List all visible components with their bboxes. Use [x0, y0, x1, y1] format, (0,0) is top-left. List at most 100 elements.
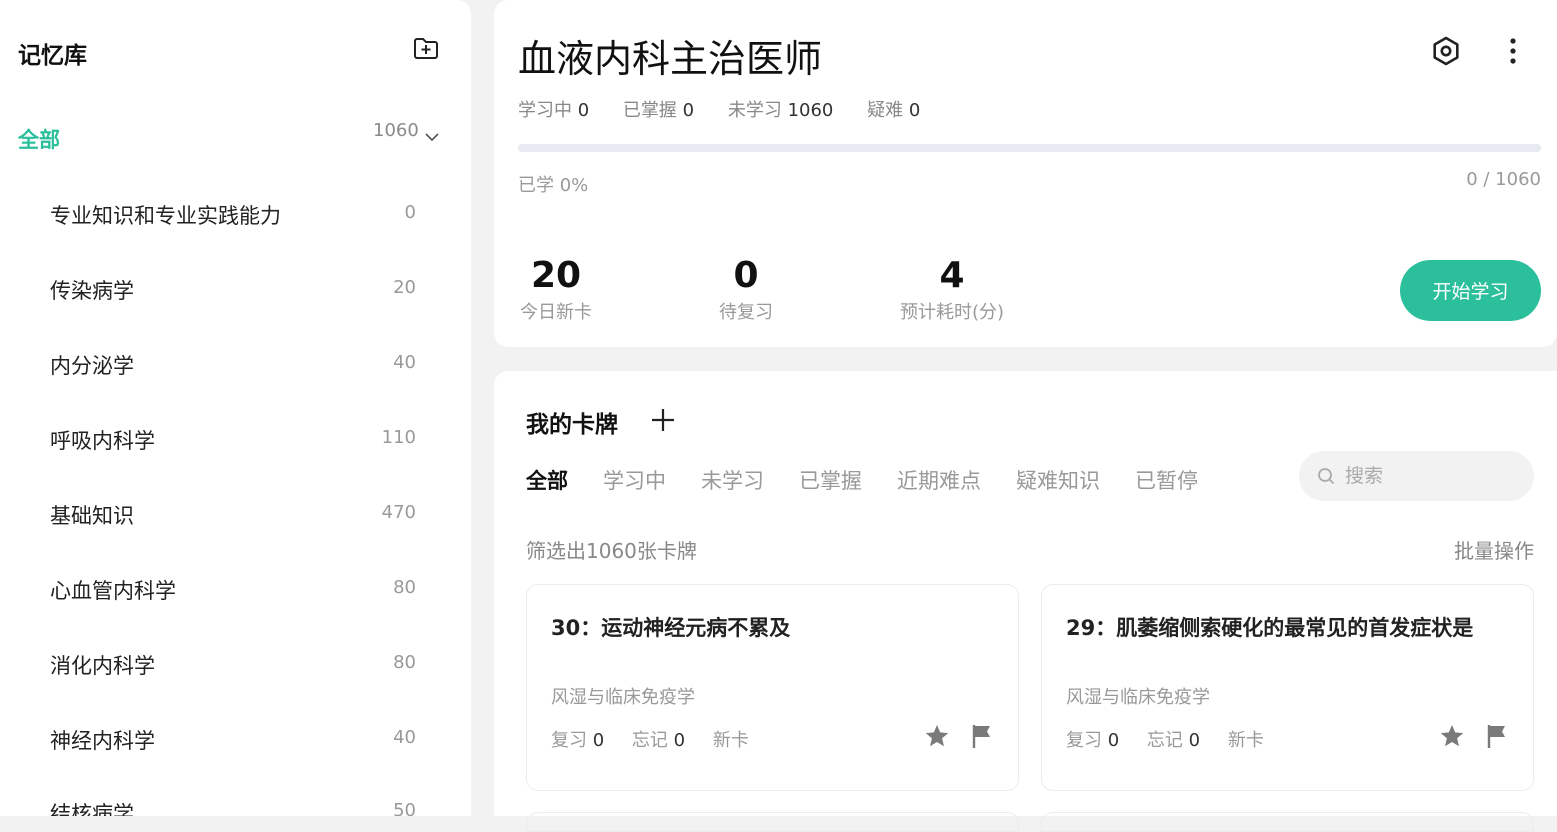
batch-operation-button[interactable]: 批量操作: [1454, 535, 1534, 564]
tab-learning[interactable]: 学习中: [603, 465, 666, 495]
card-forget-label: 忘记: [631, 730, 668, 751]
stat-unlearned-value: 1060: [787, 100, 834, 121]
card-forget-value: 0: [673, 730, 686, 751]
card-status: 新卡: [712, 730, 749, 751]
card-review-label: 复习: [551, 730, 587, 751]
sidebar-item-label: 传染病学: [50, 279, 134, 303]
tab-paused[interactable]: 已暂停: [1135, 465, 1198, 495]
sidebar-title: 记忆库: [18, 43, 87, 69]
metric-new-cards-value: 20: [530, 255, 582, 296]
sidebar-item-infectious[interactable]: 传染病学 20: [50, 267, 416, 307]
learned-count: 0 / 1060: [1466, 169, 1541, 190]
sidebar-item-tuberculosis[interactable]: 结核病学 50: [50, 790, 416, 816]
card-item[interactable]: 30：运动神经元病不累及 风湿与临床免疫学 复习 0 忘记 0 新卡: [526, 584, 1019, 791]
sidebar-all-label: 全部: [18, 128, 60, 152]
search-box: [1299, 451, 1534, 501]
sidebar-item-professional[interactable]: 专业知识和专业实践能力 0: [50, 192, 416, 232]
card-review-count: 复习 0: [1066, 730, 1119, 751]
sidebar-item-count: 50: [393, 800, 416, 816]
stat-difficult: 疑难 0: [867, 100, 920, 121]
more-icon[interactable]: [1497, 35, 1529, 67]
sidebar-item-label: 呼吸内科学: [50, 429, 155, 453]
card-category: 风湿与临床免疫学: [551, 687, 695, 708]
sidebar-item-cardiovascular[interactable]: 心血管内科学 80: [50, 567, 416, 607]
stat-mastered-label: 已掌握: [622, 100, 677, 121]
sidebar-all-count: 1060: [373, 120, 419, 141]
card-review-label: 复习: [1066, 730, 1102, 751]
card-forget-count: 忘记 0: [1147, 730, 1200, 751]
sidebar-item-basics[interactable]: 基础知识 470: [50, 492, 416, 532]
stat-difficult-label: 疑难: [867, 100, 904, 121]
sidebar-item-count: 470: [381, 502, 416, 523]
star-icon[interactable]: [1439, 723, 1465, 749]
add-card-icon[interactable]: [650, 407, 676, 433]
card-item[interactable]: 29：肌萎缩侧索硬化的最常见的首发症状是 风湿与临床免疫学 复习 0 忘记 0 …: [1041, 584, 1534, 791]
progress-bar: [518, 144, 1541, 152]
star-icon[interactable]: [924, 723, 950, 749]
sidebar-item-count: 0: [404, 202, 416, 223]
card-forget-label: 忘记: [1146, 730, 1183, 751]
card-forget-count: 忘记 0: [632, 730, 685, 751]
flag-icon[interactable]: [1485, 723, 1509, 749]
stat-unlearned-label: 未学习: [727, 100, 782, 121]
card-status: 新卡: [1227, 730, 1264, 751]
card-category: 风湿与临床免疫学: [1066, 687, 1210, 708]
sidebar-item-digestive[interactable]: 消化内科学 80: [50, 642, 416, 682]
card-item-partial[interactable]: [526, 812, 1019, 832]
sidebar-item-count: 40: [393, 727, 416, 748]
search-icon: [1318, 468, 1335, 485]
tab-recent-difficult[interactable]: 近期难点: [897, 465, 981, 495]
sidebar-item-count: 110: [381, 427, 416, 448]
sidebar: 记忆库 全部 1060 专业知识和专业实践能力 0 传染病学 20 内分泌学 4…: [0, 0, 471, 816]
card-title: 30：运动神经元病不累及: [551, 616, 791, 640]
metric-est-time-label: 预计耗时(分): [899, 302, 1005, 323]
deck-header-card: 血液内科主治医师 学习中 0 已掌握 0 未学习 1060 疑难 0 已学 0%…: [494, 0, 1557, 347]
card-item-partial[interactable]: [1041, 812, 1534, 832]
stat-mastered: 已掌握 0: [623, 100, 694, 121]
sidebar-item-all[interactable]: 全部 1060: [18, 120, 448, 154]
metric-to-review: 0 待复习: [714, 256, 778, 324]
tab-mastered[interactable]: 已掌握: [799, 465, 862, 495]
metric-to-review-value: 0: [733, 255, 759, 296]
sidebar-header: 记忆库: [18, 34, 441, 69]
card-forget-value: 0: [1188, 730, 1201, 751]
stat-learning-label: 学习中: [518, 100, 572, 121]
chevron-down-icon[interactable]: [424, 129, 440, 145]
tab-difficult-knowledge[interactable]: 疑难知识: [1016, 465, 1100, 495]
sidebar-item-count: 80: [393, 577, 416, 598]
sidebar-item-count: 80: [393, 652, 416, 673]
stat-difficult-value: 0: [908, 100, 921, 121]
stat-mastered-value: 0: [682, 100, 695, 121]
search-input[interactable]: [1345, 461, 1515, 491]
tab-unlearned[interactable]: 未学习: [701, 465, 764, 495]
sidebar-item-label: 心血管内科学: [50, 579, 176, 603]
sidebar-item-endocrine[interactable]: 内分泌学 40: [50, 342, 416, 382]
sidebar-item-label: 内分泌学: [50, 354, 134, 378]
metric-est-time-value: 4: [939, 255, 965, 296]
card-filter-tabs: 全部 学习中 未学习 已掌握 近期难点 疑难知识 已暂停: [526, 465, 1233, 497]
learned-percent: 已学 0%: [518, 175, 589, 196]
metric-new-cards-label: 今日新卡: [520, 302, 592, 323]
sidebar-item-respiratory[interactable]: 呼吸内科学 110: [50, 417, 416, 457]
add-folder-icon[interactable]: [412, 34, 440, 62]
sidebar-item-label: 基础知识: [50, 504, 134, 528]
sidebar-item-count: 40: [393, 352, 416, 373]
start-learning-button[interactable]: 开始学习: [1400, 260, 1541, 321]
stat-learning: 学习中 0: [518, 100, 589, 121]
metric-new-cards: 20 今日新卡: [518, 256, 594, 324]
my-cards-title: 我的卡牌: [526, 412, 618, 438]
sidebar-item-label: 结核病学: [50, 802, 134, 816]
card-stats: 复习 0 忘记 0 新卡: [551, 726, 771, 752]
settings-icon[interactable]: [1430, 35, 1462, 67]
deck-title: 血液内科主治医师: [518, 37, 823, 81]
flag-icon[interactable]: [970, 723, 994, 749]
stat-learning-value: 0: [577, 100, 590, 121]
card-review-count: 复习 0: [551, 730, 604, 751]
sidebar-item-label: 专业知识和专业实践能力: [50, 204, 281, 228]
sidebar-item-count: 20: [393, 277, 416, 298]
card-title: 29：肌萎缩侧索硬化的最常见的首发症状是: [1066, 616, 1474, 640]
tab-all[interactable]: 全部: [526, 465, 568, 495]
sidebar-item-neurology[interactable]: 神经内科学 40: [50, 717, 416, 757]
my-cards-panel: 我的卡牌 全部 学习中 未学习 已掌握 近期难点 疑难知识 已暂停 筛选出1060张卡牌 批…: [494, 371, 1557, 832]
card-review-value: 0: [592, 730, 605, 751]
